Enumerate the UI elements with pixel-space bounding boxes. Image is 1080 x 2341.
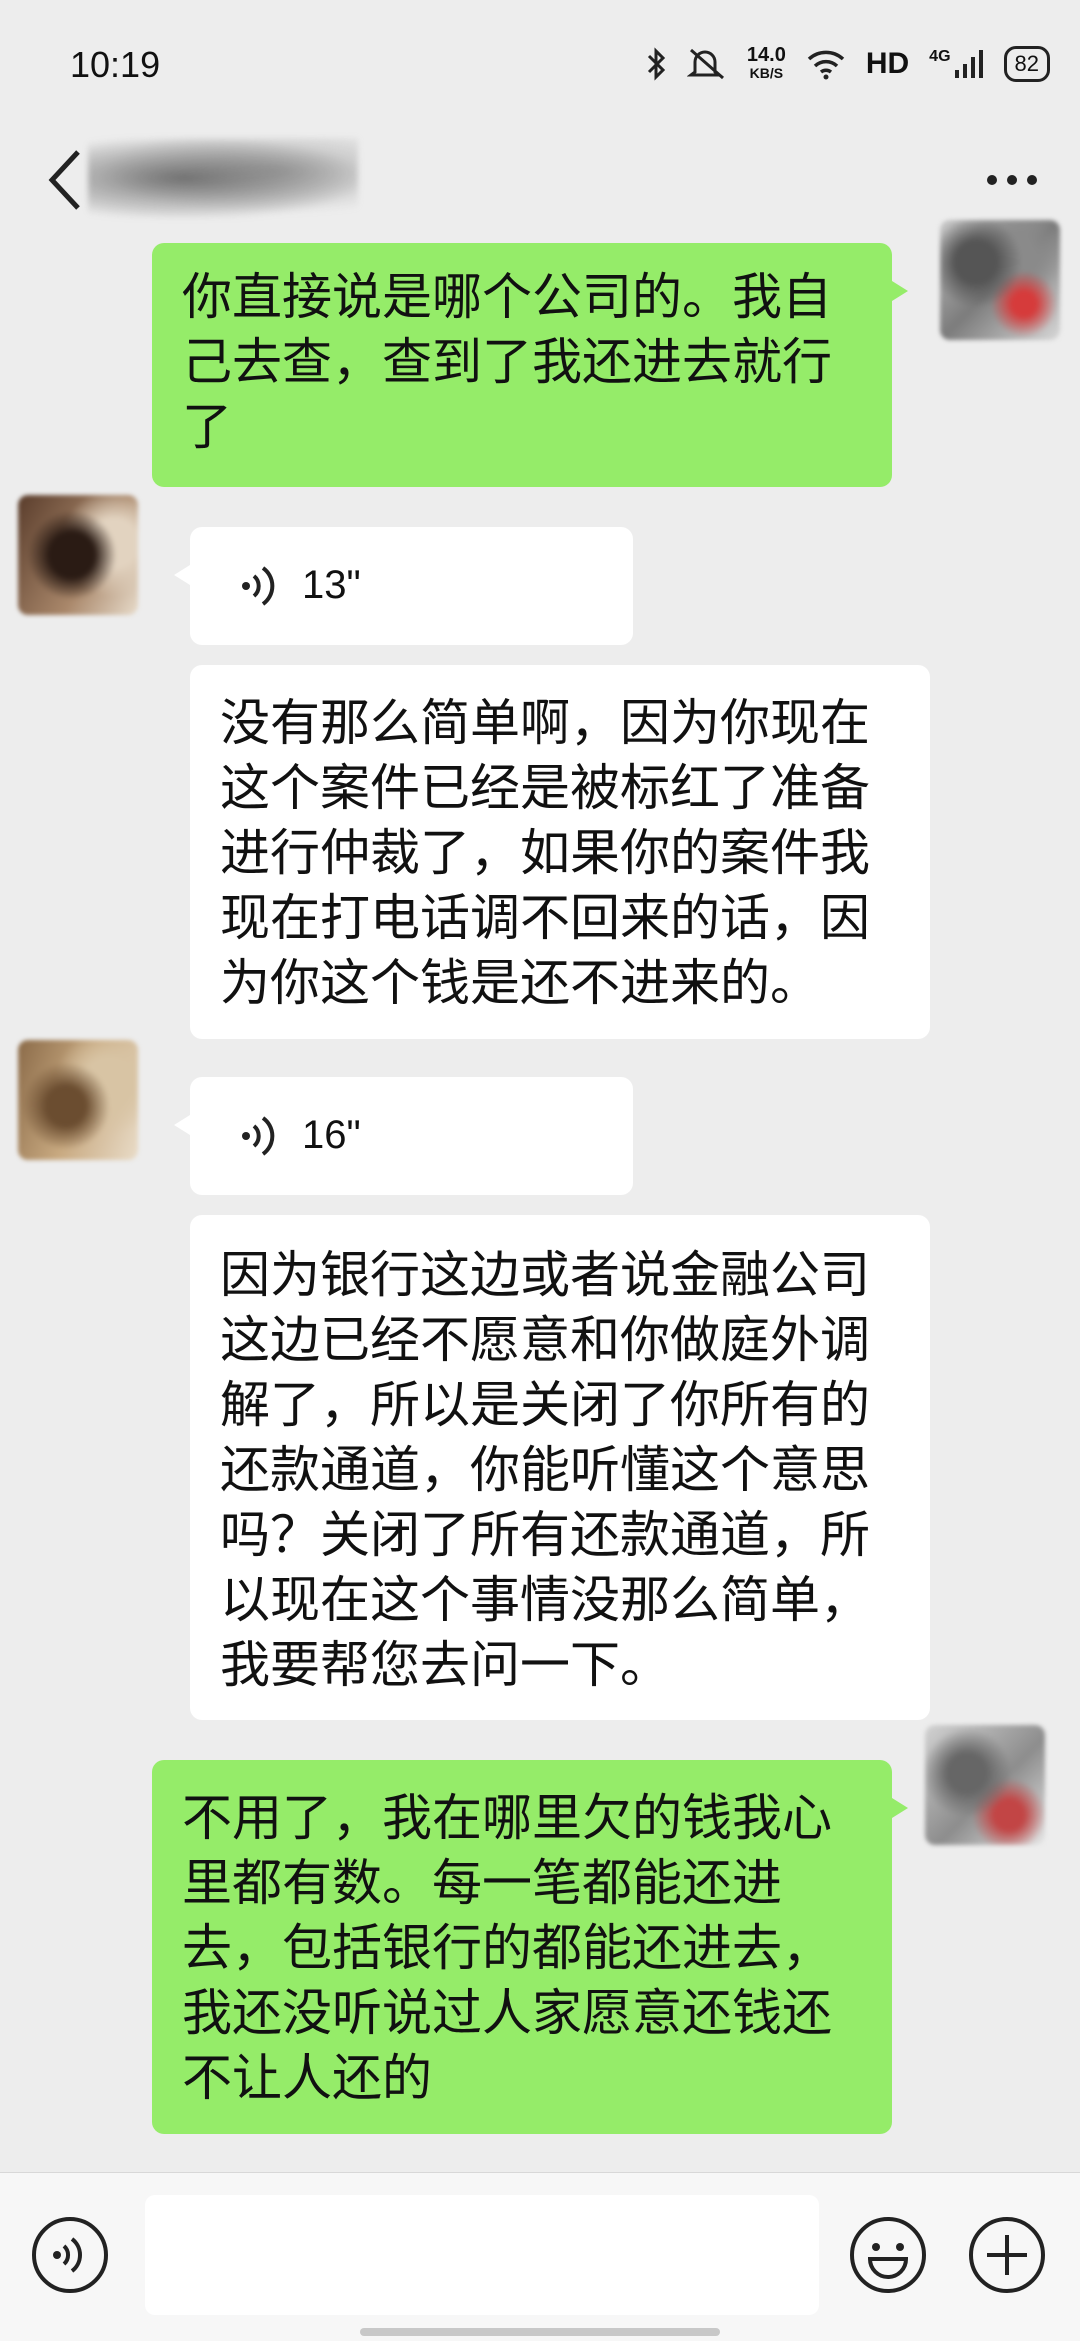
message-bubble-mine[interactable]: 你直接说是哪个公司的。我自己去查，查到了我还进去就行了 <box>152 243 908 487</box>
contact-avatar[interactable] <box>18 495 138 615</box>
status-time: 10:19 <box>70 44 161 85</box>
network-type: 4G <box>929 48 951 65</box>
hd-indicator: HD <box>865 47 910 80</box>
message-bubble-theirs[interactable]: 因为银行这边或者说金融公司这边已经不愿意和你做庭外调解了，所以是关闭了你所有的还… <box>190 1215 930 1720</box>
voice-message-bubble[interactable]: 13" <box>174 527 633 645</box>
status-icons: 14.0 KB/S HD 4G 82 <box>645 44 1050 84</box>
emoji-icon[interactable] <box>848 2215 928 2295</box>
voice-duration: 16" <box>302 1113 361 1157</box>
message-bubble-theirs[interactable]: 没有那么简单啊，因为你现在这个案件已经是被标红了准备进行仲裁了，如果你的案件我现… <box>190 665 930 1039</box>
message-input[interactable] <box>145 2195 819 2315</box>
more-dots-icon[interactable] <box>982 160 1042 200</box>
my-avatar[interactable] <box>940 220 1060 340</box>
contact-avatar[interactable] <box>18 1040 138 1160</box>
voice-duration: 13" <box>302 563 361 607</box>
plus-icon[interactable] <box>967 2215 1047 2295</box>
bluetooth-icon <box>647 47 666 81</box>
voice-message-bubble[interactable]: 16" <box>174 1077 633 1195</box>
cellular-indicator: 4G <box>929 48 983 80</box>
chat-header <box>0 120 1080 238</box>
network-speed: 14.0 KB/S <box>746 44 786 82</box>
my-avatar[interactable] <box>925 1725 1045 1845</box>
status-bar: 10:19 14.0 KB/S HD 4G 82 <box>0 0 1080 120</box>
contact-name-redacted <box>88 138 358 218</box>
voice-input-icon[interactable] <box>30 2215 110 2295</box>
voice-wave-icon <box>242 1116 275 1156</box>
speed-value: 14.0 <box>746 44 786 66</box>
chat-input-bar <box>0 2172 1080 2341</box>
battery-indicator: 82 <box>1003 46 1050 82</box>
wifi-icon <box>807 50 845 80</box>
mute-icon <box>686 48 724 80</box>
signal-icon <box>954 50 983 78</box>
speed-unit: KB/S <box>749 65 784 81</box>
home-indicator[interactable] <box>360 2328 720 2336</box>
voice-wave-icon <box>242 566 275 606</box>
message-bubble-mine[interactable]: 不用了，我在哪里欠的钱我心里都有数。每一笔都能还进去，包括银行的都能还进去，我还… <box>152 1760 908 2134</box>
